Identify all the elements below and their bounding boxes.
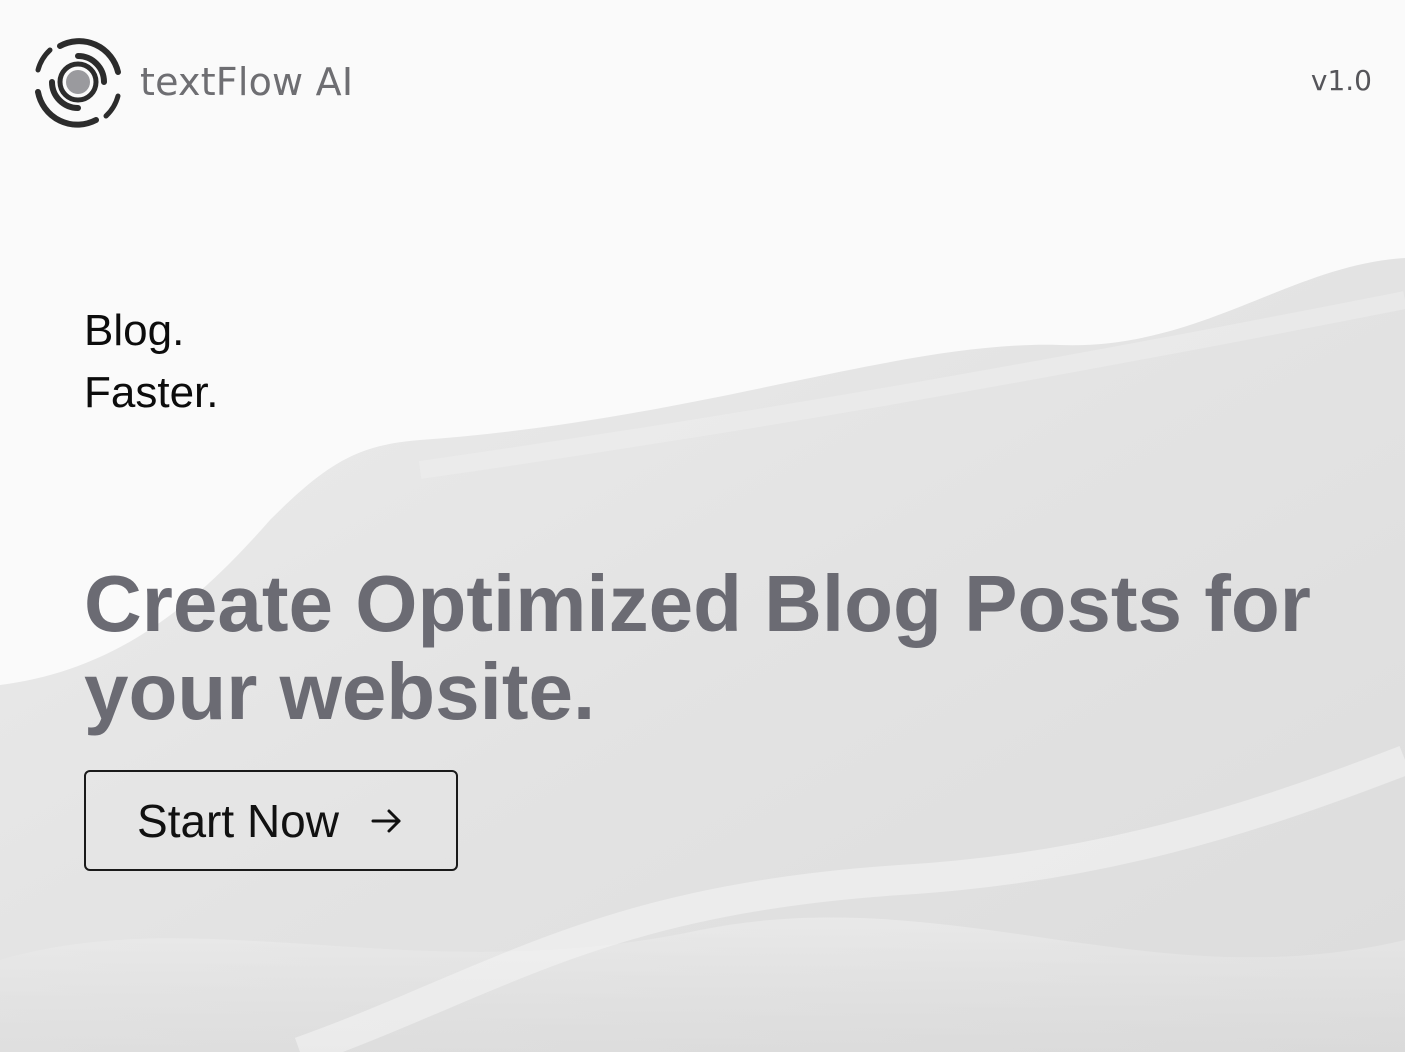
wave-background [0,258,1405,1052]
swirl-logo-icon[interactable] [30,34,126,130]
header: textFlow AI [30,34,353,130]
brand-name: textFlow AI [140,60,354,104]
tagline-line-1: Blog. [84,306,185,355]
start-now-label: Start Now [137,794,339,847]
start-now-button[interactable]: Start Now [84,770,458,871]
landing-page: textFlow AI v1.0 Blog. Faster. Create Op… [0,0,1405,1052]
tagline: Blog. Faster. [84,300,219,424]
hero-headline: Create Optimized Blog Posts for your web… [84,559,1311,736]
version-label: v1.0 [1310,64,1372,97]
arrow-right-icon [371,809,401,832]
tagline-line-2: Faster. [84,368,219,417]
